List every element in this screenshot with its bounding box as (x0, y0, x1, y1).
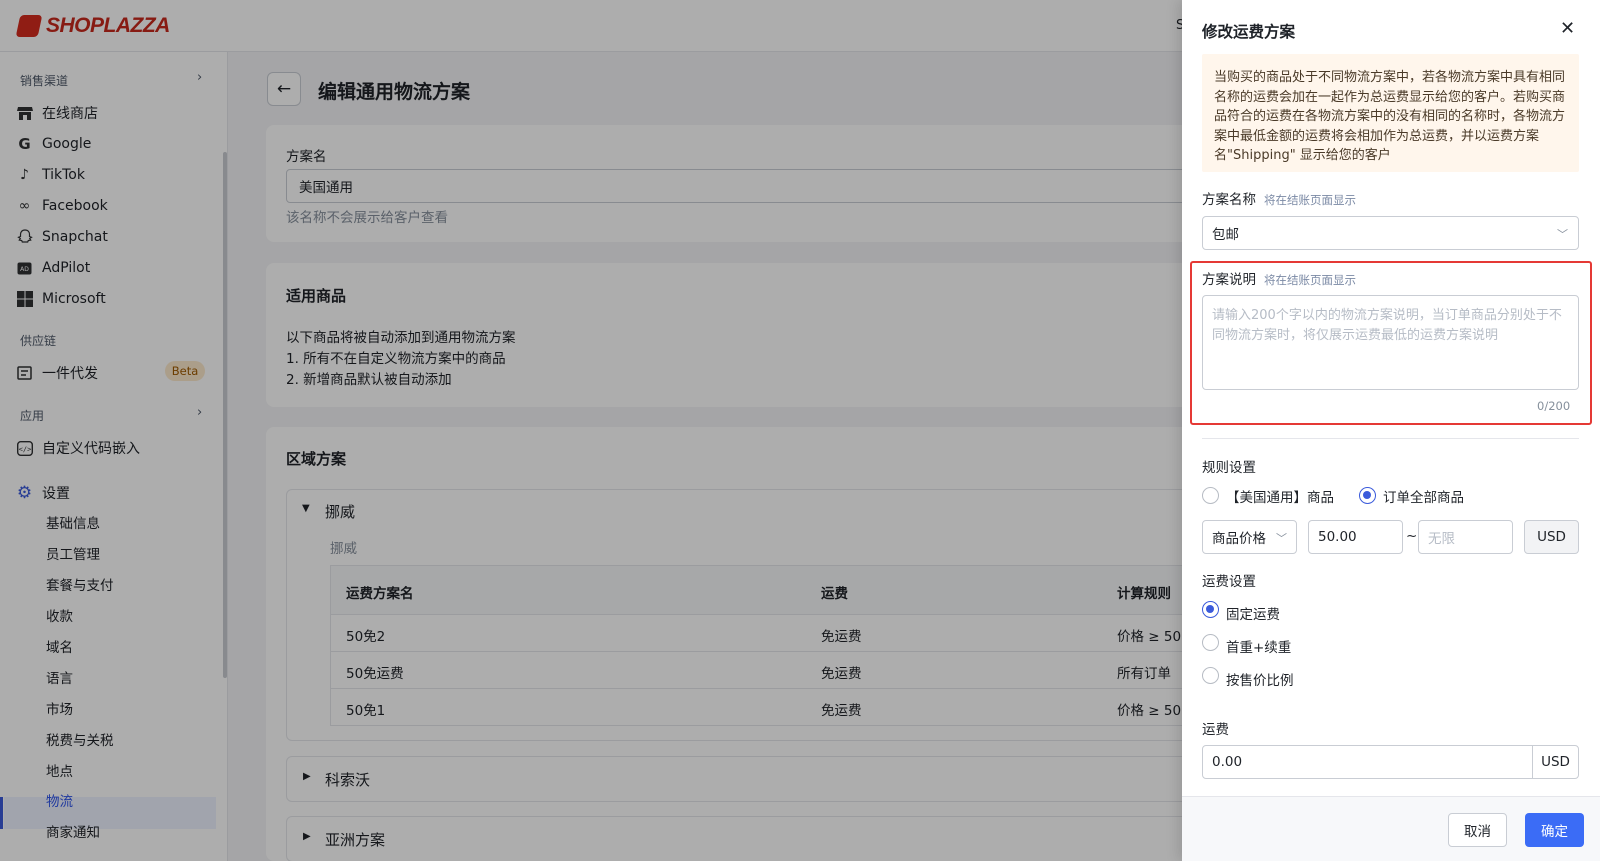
radio-label[interactable]: 首重+续重 (1226, 636, 1291, 656)
char-counter: 0/200 (1537, 399, 1571, 413)
radio-label[interactable]: 【美国通用】商品 (1226, 486, 1334, 506)
fee-label: 运费 (1202, 722, 1229, 738)
radio-price-percentage[interactable] (1202, 667, 1219, 684)
condition-max-input[interactable]: 无限 (1418, 520, 1513, 554)
rule-settings-label: 规则设置 (1202, 460, 1256, 476)
radio-label[interactable]: 固定运费 (1226, 603, 1280, 623)
modal-overlay[interactable] (0, 0, 1182, 861)
rate-name-select[interactable]: 包邮 ﹀ (1202, 216, 1579, 250)
rate-description-label: 方案说明 将在结账页面显示 (1202, 268, 1356, 288)
rate-description-textarea[interactable]: 请输入200个字以内的物流方案说明，当订单商品分别处于不同物流方案时，将仅展示运… (1202, 295, 1579, 390)
rate-name-label: 方案名称 将在结账页面显示 (1202, 188, 1356, 208)
condition-min-value: 50.00 (1318, 529, 1357, 545)
drawer-footer: 取消 确定 (1182, 796, 1600, 861)
range-separator: ~ (1406, 528, 1418, 544)
condition-max-placeholder: 无限 (1428, 531, 1455, 547)
radio-fixed-fee[interactable] (1202, 601, 1219, 618)
currency-label: USD (1537, 529, 1566, 545)
condition-min-input[interactable]: 50.00 (1308, 520, 1403, 554)
fee-currency-addon: USD (1532, 745, 1579, 779)
currency-addon: USD (1524, 520, 1579, 554)
radio-label[interactable]: 订单全部商品 (1383, 486, 1464, 506)
drawer-title: 修改运费方案 (1202, 23, 1296, 41)
radio-all-products[interactable] (1359, 487, 1376, 504)
chevron-down-icon: ﹀ (1276, 532, 1287, 545)
fee-currency: USD (1541, 754, 1570, 770)
rate-name-value: 包邮 (1212, 227, 1239, 243)
radio-weight-based[interactable] (1202, 634, 1219, 651)
info-notice: 当购买的商品处于不同物流方案中，若各物流方案中具有相同名称的运费会加在一起作为总… (1202, 54, 1579, 172)
fee-input[interactable]: 0.00 (1202, 745, 1533, 779)
cancel-button[interactable]: 取消 (1448, 813, 1507, 847)
fee-settings-label: 运费设置 (1202, 574, 1256, 590)
rate-description-hint: 将在结账页面显示 (1264, 273, 1356, 287)
condition-type-value: 商品价格 (1212, 531, 1266, 547)
edit-rate-drawer: 修改运费方案 ✕ 当购买的商品处于不同物流方案中，若各物流方案中具有相同名称的运… (1182, 0, 1600, 861)
radio-label[interactable]: 按售价比例 (1226, 669, 1294, 689)
chevron-down-icon: ﹀ (1557, 228, 1568, 241)
rate-name-label-text: 方案名称 (1202, 192, 1256, 208)
close-icon[interactable]: ✕ (1560, 18, 1575, 39)
radio-plan-products[interactable] (1202, 487, 1219, 504)
fee-value: 0.00 (1212, 754, 1243, 770)
rate-name-hint: 将在结账页面显示 (1264, 193, 1356, 207)
condition-type-select[interactable]: 商品价格 ﹀ (1202, 520, 1297, 554)
confirm-button[interactable]: 确定 (1525, 813, 1584, 847)
divider (1202, 438, 1579, 439)
rate-description-label-text: 方案说明 (1202, 272, 1256, 288)
